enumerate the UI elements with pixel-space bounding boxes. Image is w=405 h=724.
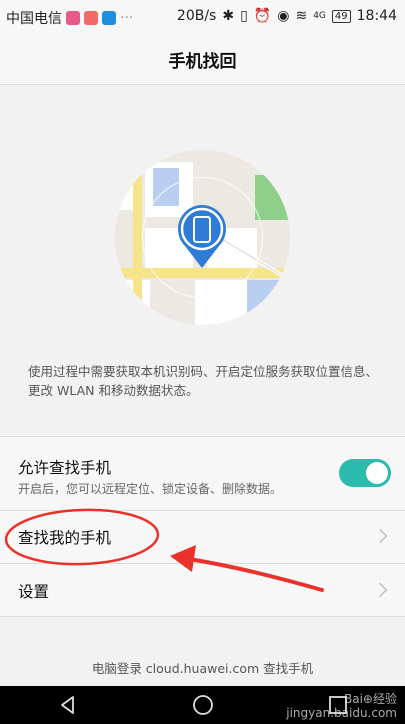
mail-app-icon bbox=[84, 11, 98, 25]
allow-find-phone-subtitle: 开启后，您可以远程定位、锁定设备、删除数据。 bbox=[18, 482, 283, 496]
page-title-bar: 手机找回 bbox=[0, 34, 405, 85]
network-type: 4G bbox=[313, 10, 326, 21]
map-illustration bbox=[115, 150, 290, 325]
network-speed: 20B/s bbox=[176, 8, 217, 24]
page-title: 手机找回 bbox=[168, 51, 237, 72]
status-right: 20B/s ✱ ▯ ⏰ ◉ ≋ 4G 49 18:44 bbox=[177, 8, 397, 24]
status-left: 中国电信 ··· bbox=[6, 8, 133, 28]
allow-find-phone-row: 允许查找手机 开启后，您可以远程定位、锁定设备、删除数据。 bbox=[0, 437, 405, 510]
battery-icon: 49 bbox=[331, 9, 351, 23]
divider bbox=[0, 616, 405, 617]
more-dots-icon: ··· bbox=[120, 10, 134, 26]
chevron-right-icon bbox=[372, 582, 388, 598]
footer-text: 电脑登录 cloud.huawei.com 查找手机 bbox=[91, 661, 314, 676]
home-button-icon[interactable] bbox=[192, 694, 214, 716]
allow-find-phone-toggle[interactable] bbox=[339, 459, 391, 487]
watermark: Bai⊕经验 jingyan.baidu.com bbox=[286, 692, 397, 720]
settings-row[interactable]: 设置 bbox=[0, 564, 405, 616]
settings-label: 设置 bbox=[18, 583, 50, 601]
allow-find-phone-title: 允许查找手机 bbox=[18, 459, 112, 477]
bluetooth-icon: ✱ bbox=[222, 8, 235, 24]
find-my-phone-label: 查找我的手机 bbox=[18, 529, 112, 547]
eye-icon: ◉ bbox=[277, 8, 290, 24]
alarm-icon: ⏰ bbox=[253, 8, 272, 24]
vibrate-icon: ▯ bbox=[240, 8, 248, 24]
music-app-icon bbox=[66, 11, 80, 25]
carrier-label: 中国电信 bbox=[6, 11, 62, 27]
back-button-icon[interactable] bbox=[57, 694, 79, 716]
permission-description: 使用过程中需要获取本机识别码、开启定位服务获取位置信息、更改 WLAN 和移动数… bbox=[28, 364, 379, 398]
find-my-phone-row[interactable]: 查找我的手机 bbox=[0, 511, 405, 563]
sports-app-icon bbox=[102, 11, 116, 25]
wifi-icon: ≋ bbox=[295, 8, 308, 24]
chevron-right-icon bbox=[372, 528, 388, 544]
clock: 18:44 bbox=[356, 8, 397, 24]
toggle-knob bbox=[366, 462, 388, 484]
status-bar: 中国电信 ··· 20B/s ✱ ▯ ⏰ ◉ ≋ 4G 49 18:44 bbox=[0, 0, 405, 34]
